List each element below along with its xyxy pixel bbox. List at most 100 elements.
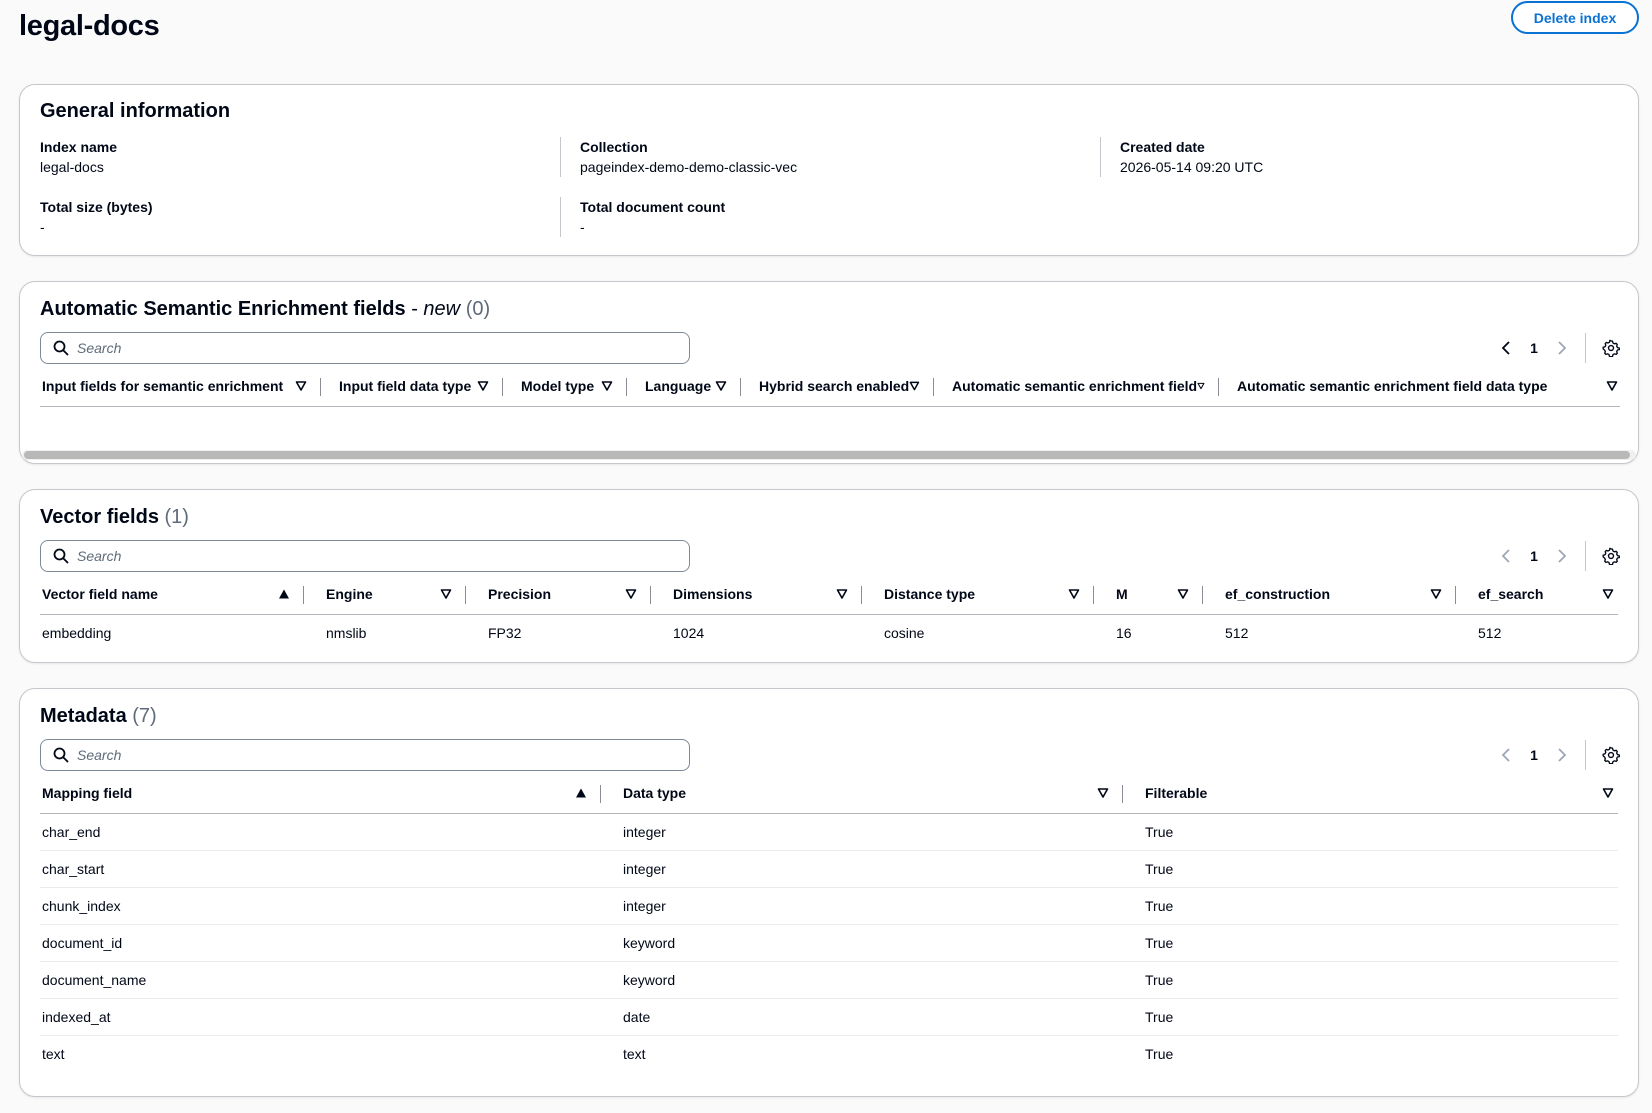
chevron-left-icon[interactable] — [1493, 334, 1521, 362]
pagination-divider — [1585, 333, 1586, 363]
semantic-enrichment-search[interactable] — [40, 332, 690, 364]
semantic-enrichment-table: Input fields for semantic enrichment Inp… — [40, 366, 1620, 407]
table-cell: keyword — [601, 924, 1123, 962]
metadata-table: Mapping field Data type Filterable char_… — [40, 773, 1618, 1072]
metadata-search[interactable] — [40, 739, 690, 771]
vector-fields-search-input[interactable] — [75, 547, 689, 565]
semantic-enrichment-title: Automatic Semantic Enrichment fields - n… — [40, 298, 490, 321]
table-row: char_start integer True — [40, 850, 1618, 888]
vector-fields-title-text: Vector fields — [40, 506, 159, 528]
chevron-left-icon[interactable] — [1493, 542, 1521, 570]
gear-icon[interactable] — [1600, 545, 1622, 567]
table-header-row: Mapping field Data type Filterable — [40, 773, 1618, 814]
column-header[interactable]: Automatic semantic enrichment field data… — [1219, 366, 1620, 407]
column-header[interactable]: Precision — [466, 574, 651, 615]
column-header[interactable]: Data type — [601, 773, 1123, 814]
page-number[interactable]: 1 — [1521, 340, 1547, 356]
pagination-divider — [1585, 740, 1586, 770]
table-cell: text — [623, 1045, 646, 1062]
page-title: legal-docs — [19, 10, 160, 42]
column-header[interactable]: Mapping field — [40, 773, 601, 814]
table-cell: cosine — [884, 624, 925, 641]
table-cell: document_id — [40, 924, 601, 962]
horizontal-scrollbar[interactable] — [22, 450, 1636, 460]
sort-caret-down-icon — [295, 380, 307, 391]
table-row: document_name keyword True — [40, 961, 1618, 999]
gear-icon[interactable] — [1600, 744, 1622, 766]
sort-caret-down-icon — [1602, 588, 1614, 599]
page-number[interactable]: 1 — [1521, 747, 1547, 763]
table-row: indexed_at date True — [40, 998, 1618, 1036]
table-cell: True — [1123, 961, 1618, 999]
table-row: char_end integer True — [40, 813, 1618, 851]
created-date-value: 2026-05-14 09:20 UTC — [1120, 159, 1264, 175]
column-header[interactable]: ef_search — [1456, 574, 1618, 615]
table-cell: 16 — [1116, 624, 1132, 641]
column-header[interactable]: Language — [627, 366, 741, 407]
column-header[interactable]: Input field data type — [321, 366, 503, 407]
semantic-enrichment-search-input[interactable] — [75, 339, 689, 357]
new-label: new — [423, 298, 461, 320]
metadata-search-input[interactable] — [75, 746, 689, 764]
chevron-left-icon[interactable] — [1493, 741, 1521, 769]
table-cell: True — [1123, 813, 1618, 851]
delete-index-button[interactable]: Delete index — [1511, 1, 1639, 34]
table-cell: embedding — [42, 624, 112, 641]
sort-caret-down-icon — [625, 588, 637, 599]
vector-fields-panel: Vector fields (1) 1 Vector field name En… — [19, 489, 1639, 663]
sort-caret-down-icon — [1430, 588, 1442, 599]
page-number[interactable]: 1 — [1521, 548, 1547, 564]
column-header[interactable]: Filterable — [1123, 773, 1618, 814]
table-cell: FP32 — [488, 624, 522, 641]
total-document-count-field: Total document count - — [580, 197, 725, 237]
semantic-enrichment-count: (0) — [465, 298, 491, 320]
column-header[interactable]: Input fields for semantic enrichment — [40, 366, 321, 407]
table-cell: integer — [601, 850, 1123, 888]
table-cell: True — [1123, 850, 1618, 888]
table-cell: document_name — [40, 961, 601, 999]
total-document-count-value: - — [580, 219, 585, 235]
column-header[interactable]: Vector field name — [40, 574, 304, 615]
table-cell: 1024 — [673, 624, 705, 641]
table-cell: indexed_at — [40, 998, 601, 1036]
chevron-right-icon[interactable] — [1547, 334, 1575, 362]
sort-caret-down-icon — [477, 380, 489, 391]
table-cell: True — [1123, 887, 1618, 925]
gear-icon[interactable] — [1600, 337, 1622, 359]
table-cell: chunk_index — [40, 887, 601, 925]
general-information-panel: General information Index name legal-doc… — [19, 84, 1639, 256]
column-divider — [560, 137, 561, 177]
table-cell: True — [1145, 1045, 1174, 1062]
sort-caret-down-icon — [601, 380, 613, 391]
column-header[interactable]: Dimensions — [651, 574, 862, 615]
sort-caret-down-icon — [1068, 588, 1080, 599]
chevron-right-icon[interactable] — [1547, 542, 1575, 570]
vector-fields-search[interactable] — [40, 540, 690, 572]
table-cell: integer — [601, 887, 1123, 925]
table-cell: True — [1123, 998, 1618, 1036]
column-header[interactable]: Model type — [503, 366, 627, 407]
column-header[interactable]: Automatic semantic enrichment field — [934, 366, 1219, 407]
table-header-row: Vector field name Engine Precision Dimen… — [40, 574, 1618, 615]
scrollbar-thumb[interactable] — [24, 451, 1630, 459]
table-row: document_id keyword True — [40, 924, 1618, 962]
title-separator: - — [405, 298, 424, 320]
table-cell: text — [42, 1045, 65, 1062]
chevron-right-icon[interactable] — [1547, 741, 1575, 769]
collection-field: Collection pageindex-demo-demo-classic-v… — [580, 137, 797, 177]
table-row: embedding nmslib FP32 1024 cosine 16 512… — [40, 614, 1618, 651]
sort-caret-down-icon — [715, 380, 727, 391]
column-header[interactable]: ef_construction — [1203, 574, 1456, 615]
column-header[interactable]: Distance type — [862, 574, 1094, 615]
vector-fields-count: (1) — [164, 506, 189, 528]
semantic-enrichment-pagination: 1 — [1493, 332, 1622, 364]
metadata-count: (7) — [132, 705, 157, 727]
sort-caret-down-icon — [836, 588, 848, 599]
table-cell: integer — [601, 813, 1123, 851]
semantic-enrichment-panel: Automatic Semantic Enrichment fields - n… — [19, 281, 1639, 464]
column-header[interactable]: M — [1094, 574, 1203, 615]
table-row: chunk_index integer True — [40, 887, 1618, 925]
column-header[interactable]: Engine — [304, 574, 466, 615]
table-cell: date — [601, 998, 1123, 1036]
column-header[interactable]: Hybrid search enabled — [741, 366, 934, 407]
